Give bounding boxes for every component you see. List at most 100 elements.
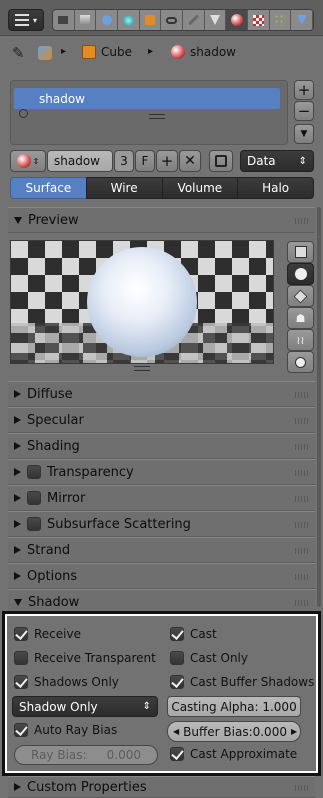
preview-sky-button[interactable] [287, 351, 314, 373]
tab-constraints[interactable] [161, 10, 184, 30]
tab-world[interactable] [118, 10, 140, 30]
panel-header-specular[interactable]: Specular [8, 407, 315, 433]
panel-grip-icon[interactable] [295, 600, 309, 606]
field-label: Buffer Bias: [183, 724, 253, 739]
tab-object[interactable] [140, 10, 162, 30]
copy-material-button[interactable] [209, 150, 233, 172]
remove-slot-button[interactable]: − [294, 101, 314, 121]
transparency-enable-checkbox[interactable] [27, 465, 41, 479]
link-dropdown[interactable]: Data ⇕ [240, 150, 314, 172]
mirror-enable-checkbox[interactable] [27, 491, 41, 505]
cube-icon [293, 288, 308, 304]
receive-transparent-checkbox[interactable]: Receive Transparent [14, 651, 156, 665]
panel-header-preview[interactable]: Preview [8, 207, 315, 233]
buffer-bias-field[interactable]: ◀ Buffer Bias: 0.000 ▶ [167, 721, 301, 742]
unlink-material-button[interactable]: ✕ [179, 150, 201, 172]
preview-flat-button[interactable] [287, 241, 314, 263]
cast-approximate-checkbox[interactable]: Cast Approximate [170, 747, 297, 761]
cast-checkbox[interactable]: Cast [170, 627, 217, 641]
receive-checkbox[interactable]: Receive [14, 627, 81, 641]
list-resize-grip[interactable] [149, 114, 165, 119]
dropdown-value: Shadow Only [19, 699, 98, 714]
casting-alpha-slider[interactable]: Casting Alpha: 1.000 [167, 696, 301, 717]
tab-material[interactable] [226, 10, 249, 30]
tab-particles[interactable] [270, 10, 292, 30]
panel-grip-icon[interactable] [295, 218, 309, 224]
panel-title: Options [27, 568, 78, 584]
render-icon [58, 16, 69, 24]
panel-title: Custom Properties [27, 779, 147, 795]
cast-only-checkbox[interactable]: Cast Only [170, 651, 248, 665]
particles-icon [274, 14, 287, 26]
panel-title: Mirror [47, 490, 86, 506]
panel-grip-icon[interactable] [295, 522, 309, 528]
panel-header-mirror[interactable]: Mirror [8, 485, 315, 511]
modifiers-icon [188, 14, 199, 26]
tab-scene[interactable] [96, 10, 119, 30]
panel-grip-icon[interactable] [295, 785, 309, 791]
scene-icon [101, 15, 112, 25]
panel-header-sss[interactable]: Subsurface Scattering [8, 511, 315, 537]
panel-grip-icon[interactable] [295, 470, 309, 476]
preview-monkey-button[interactable]: ☗ [287, 307, 314, 329]
panel-title: Diffuse [27, 386, 73, 402]
breadcrumb-material: shadow [190, 45, 236, 59]
tab-data[interactable] [205, 10, 227, 30]
cast-buffer-shadows-checkbox[interactable]: Cast Buffer Shadows [170, 675, 314, 689]
expand-triangle-icon [14, 783, 21, 791]
panel-header-diffuse[interactable]: Diffuse [8, 381, 315, 407]
tab-layers[interactable] [75, 10, 97, 30]
panel-title: Shadow [28, 594, 80, 610]
auto-ray-bias-checkbox[interactable]: Auto Ray Bias [14, 723, 117, 737]
scrollbar[interactable] [317, 207, 321, 607]
tab-render[interactable] [53, 10, 75, 30]
data-icon [210, 15, 221, 25]
shadow-only-type-dropdown[interactable]: Shadow Only ⇕ [12, 696, 158, 717]
browse-material-button[interactable]: ⇕ [10, 150, 46, 172]
object-icon [145, 15, 156, 25]
ray-bias-field[interactable]: Ray Bias: 0.000 [14, 745, 158, 765]
checkbox-label: Cast Approximate [190, 747, 298, 761]
material-name-field[interactable]: shadow [47, 150, 113, 172]
panel-grip-icon[interactable] [295, 496, 309, 502]
sss-enable-checkbox[interactable] [27, 517, 41, 531]
panel-grip-icon[interactable] [295, 444, 309, 450]
tab-volume[interactable]: Volume [161, 177, 239, 199]
panel-header-strand[interactable]: Strand [8, 537, 315, 563]
panel-title: Preview [28, 212, 79, 228]
plane-icon [294, 246, 307, 258]
increment-arrow-icon[interactable]: ▶ [291, 727, 297, 736]
new-material-button[interactable]: + [156, 150, 178, 172]
mesh-data-icon [38, 46, 52, 60]
checkbox-box [170, 747, 184, 761]
panel-header-options[interactable]: Options [8, 563, 315, 589]
pin-icon[interactable]: ✎ [12, 44, 25, 62]
tab-surface[interactable]: Surface [10, 177, 87, 199]
fake-user-button[interactable]: F [135, 150, 155, 172]
slot-specials-button[interactable]: ▼ [294, 124, 314, 144]
decrement-arrow-icon[interactable]: ◀ [173, 727, 179, 736]
preview-cube-button[interactable] [287, 285, 314, 307]
material-slot-item[interactable]: shadow [14, 88, 280, 109]
panel-header-transparency[interactable]: Transparency [8, 459, 315, 485]
add-slot-button[interactable]: + [294, 80, 314, 100]
tab-physics[interactable] [291, 10, 314, 30]
preview-hair-button[interactable]: ≀≀ [287, 329, 314, 351]
preview-resize-grip[interactable] [134, 366, 150, 371]
panel-grip-icon[interactable] [295, 418, 309, 424]
tab-modifiers[interactable] [183, 10, 205, 30]
panel-grip-icon[interactable] [295, 574, 309, 580]
panel-grip-icon[interactable] [295, 548, 309, 554]
users-count-button[interactable]: 3 [114, 150, 134, 172]
list-filter-icon[interactable] [19, 109, 28, 118]
editor-type-button[interactable]: ▾ [8, 9, 44, 31]
tab-wire[interactable]: Wire [85, 177, 163, 199]
tab-halo[interactable]: Halo [237, 177, 314, 199]
panel-header-custom-properties[interactable]: Custom Properties [8, 776, 315, 798]
tab-texture[interactable] [248, 10, 270, 30]
panel-grip-icon[interactable] [295, 392, 309, 398]
constraints-icon [166, 16, 178, 24]
preview-sphere-button[interactable] [287, 263, 314, 285]
shadows-only-checkbox[interactable]: Shadows Only [14, 675, 119, 689]
panel-header-shading[interactable]: Shading [8, 433, 315, 459]
